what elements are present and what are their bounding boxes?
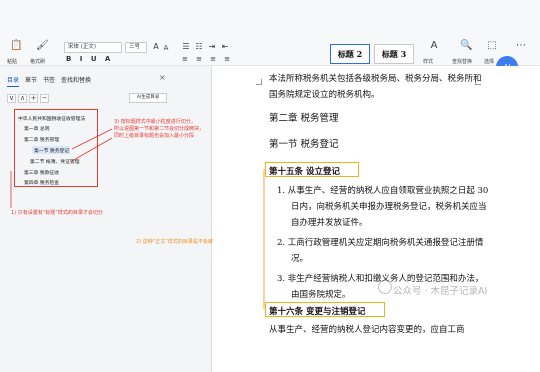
horizontal-scroll-area[interactable] xyxy=(213,358,540,372)
shrink-font-icon[interactable]: A xyxy=(160,42,172,54)
paste-label: 粘贴 xyxy=(7,59,18,65)
select-label: 选择 xyxy=(484,59,495,65)
indent-icon[interactable]: ⇥ xyxy=(206,41,218,53)
styles-label: 样式 xyxy=(423,59,434,65)
bullet-list-icon[interactable]: ☰ xyxy=(180,41,192,53)
doc-heading-chapter: 第二章 税务管理 xyxy=(269,113,339,124)
select-icon[interactable]: ⬚ xyxy=(486,40,498,52)
doc-paragraph: 本法所称税务机关包括各级税务局、税务分局、税务所和 xyxy=(269,74,482,84)
format-painter-label: 格式刷 xyxy=(30,59,46,65)
number-list-icon[interactable]: ☷ xyxy=(193,41,205,53)
watermark-text: 公众号 · 木昆子记录AI xyxy=(393,286,488,297)
doc-article-title: 第十六条 变更与注销登记 xyxy=(269,307,366,317)
doc-article-title: 第十五条 设立登记 xyxy=(269,167,340,177)
style-heading-2[interactable]: 标题 2 xyxy=(330,44,370,64)
doc-list-item: 况。 xyxy=(291,254,309,264)
doc-heading-section: 第一节 税务登记 xyxy=(269,139,339,150)
more-tools-icon[interactable]: ⋯ xyxy=(515,40,527,52)
paste-icon[interactable]: 📋 xyxy=(10,40,22,52)
document-page[interactable]: 本法所称税务机关包括各级税务局、税务分局、税务所和 国务院规定设立的税务机构。 … xyxy=(213,66,540,372)
doc-paragraph: 国务院规定设立的税务机构。 xyxy=(269,90,380,100)
margin-marker-left xyxy=(256,79,262,85)
ribbon-toolbar: 📋 粘贴 🖌 格式刷 宋体 (正文) 三号 A A B I U A ☰ ☷ ⇥ … xyxy=(0,0,540,66)
find-replace-label: 查找替换 xyxy=(452,59,473,65)
format-painter-icon[interactable]: 🖌 xyxy=(36,40,49,52)
doc-list-item: 由国务院规定。 xyxy=(291,290,351,300)
doc-list-item: 1. 从事生产、经营的纳税人应自领取营业执照之日起 30 xyxy=(277,186,489,196)
navigation-pane: 目录 章节 书签 查找和替换 × ∨ ∧ + − AI生成目录 中华人民共和国税… xyxy=(0,66,223,372)
format-buttons[interactable]: B I U A xyxy=(66,55,113,63)
styles-icon[interactable]: A xyxy=(428,40,440,52)
doc-list-item: 日内，向税务机关申报办理税务登记，税务机关应当 xyxy=(291,202,487,212)
watermark-icon xyxy=(378,280,392,294)
outdent-icon[interactable]: ⇤ xyxy=(219,41,231,53)
style-heading-3[interactable]: 标题 3 xyxy=(374,44,414,64)
find-replace-icon[interactable]: 🔍 xyxy=(460,40,472,52)
annotation-arrows xyxy=(10,128,113,208)
paragraph-align-buttons[interactable]: ≡ ≡ ≡ ≡ xyxy=(182,55,233,63)
doc-paragraph: 从事生产、经营的纳税人登记内容变更的，应自工商 xyxy=(269,325,465,335)
font-name-select[interactable]: 宋体 (正文) xyxy=(64,42,122,53)
doc-list-item: 自办理并发放证件。 xyxy=(291,218,368,228)
doc-list-item: 2. 工商行政管理机关应定期向税务机关通报登记注册情 xyxy=(277,238,484,248)
font-size-select[interactable]: 三号 xyxy=(125,42,147,53)
